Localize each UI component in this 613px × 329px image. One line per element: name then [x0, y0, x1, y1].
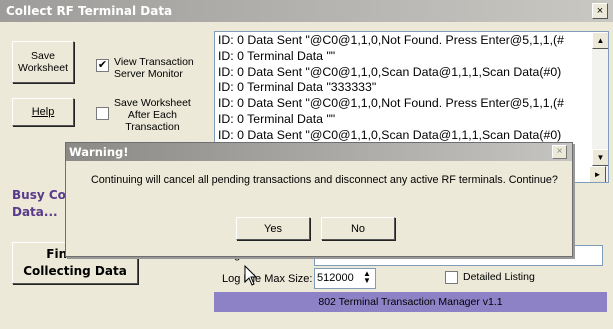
dialog-title: Warning! [69, 145, 129, 159]
log-line: ID: 0 Terminal Data "333333" [218, 80, 377, 95]
scroll-up-icon[interactable]: ▲ [592, 32, 608, 49]
detailed-listing-label: Detailed Listing [463, 271, 535, 283]
yes-button[interactable]: Yes [236, 217, 310, 240]
mouse-cursor-icon [244, 265, 258, 286]
detailed-listing-checkbox[interactable]: Detailed Listing [445, 270, 535, 285]
log-line: ID: 0 Data Sent "@C0@1,1,0,Scan Data@1,1… [218, 64, 562, 79]
log-line: ID: 0 Terminal Data "" [218, 48, 336, 63]
log-file-max-size-input[interactable]: 512000 ▲ ▼ [314, 268, 376, 289]
view-transaction-checkbox[interactable]: ✔ View Transaction Server Monitor [96, 56, 194, 80]
view-transaction-label: View Transaction Server Monitor [114, 56, 194, 80]
no-button[interactable]: No [321, 217, 395, 240]
main-window: Collect RF Terminal Data × Save Workshee… [0, 0, 613, 329]
spinner-arrows-icon[interactable]: ▲ ▼ [360, 270, 374, 285]
window-title: Collect RF Terminal Data [6, 4, 173, 18]
status-bar: 802 Terminal Transaction Manager v1.1 [214, 292, 607, 312]
scroll-down-icon[interactable]: ▼ [592, 149, 608, 166]
log-lines: ID: 0 Data Sent "@C0@1,1,0,Not Found. Pr… [218, 33, 590, 144]
log-file-max-size-label: Log File Max Size: [222, 273, 313, 285]
dialog-close-icon[interactable]: × [552, 145, 567, 159]
save-worksheet-button[interactable]: Save Worksheet [12, 41, 74, 83]
save-after-checkbox-box[interactable] [96, 107, 109, 120]
save-after-label: Save Worksheet After Each Transaction [114, 97, 191, 133]
max-size-value: 512000 [317, 272, 354, 284]
detailed-listing-checkbox-box[interactable] [445, 271, 458, 284]
dialog-message: Continuing will cancel all pending trans… [91, 174, 558, 186]
vertical-scrollbar[interactable]: ▲ ▼ [592, 32, 608, 182]
scroll-right-icon[interactable]: ► [589, 166, 606, 182]
help-button[interactable]: Help [12, 98, 74, 126]
dialog-title-bar: Warning! × [66, 143, 572, 161]
view-transaction-checkbox-box[interactable]: ✔ [96, 59, 109, 72]
warning-dialog: Warning! × Continuing will cancel all pe… [65, 142, 573, 257]
log-line: ID: 0 Data Sent "@C0@1,1,0,Not Found. Pr… [218, 96, 564, 111]
log-line: ID: 0 Terminal Data "" [218, 111, 336, 126]
log-line: ID: 0 Data Sent "@C0@1,1,0,Not Found. Pr… [218, 33, 564, 47]
close-button[interactable]: × [592, 3, 608, 19]
save-after-checkbox[interactable]: Save Worksheet After Each Transaction [96, 97, 191, 133]
title-bar: Collect RF Terminal Data × [0, 0, 613, 22]
